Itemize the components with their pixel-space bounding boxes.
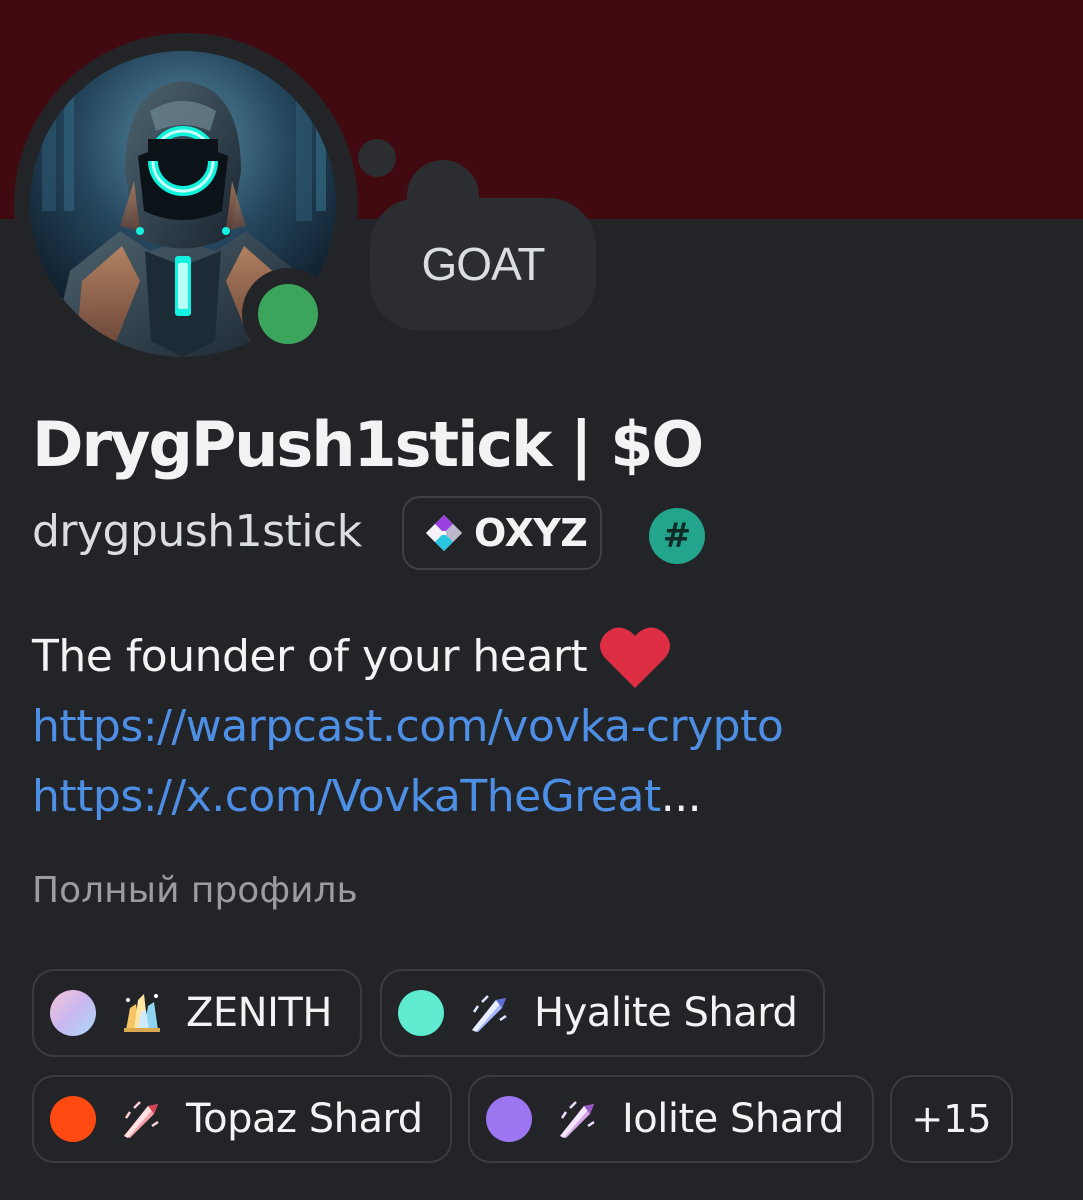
role-pill-iolite-shard[interactable]: Iolite Shard (468, 1075, 874, 1163)
x-link[interactable]: https://x.com/VovkaTheGreat (32, 762, 661, 832)
red-heart-icon (600, 627, 671, 688)
role-color-dot (50, 990, 96, 1036)
online-status-icon (258, 284, 318, 344)
profile-popout: GOAT DrygPush1stick | $O drygpush1stick … (0, 0, 1083, 1200)
username-row: drygpush1stick OXYZ # (32, 496, 1032, 572)
crystal-cluster-icon (124, 994, 160, 1032)
lavender-shard-icon (560, 1101, 595, 1138)
role-pill-topaz-shard[interactable]: Topaz Shard (32, 1075, 452, 1163)
role-label: ZENITH (186, 990, 332, 1036)
role-label: Topaz Shard (186, 1096, 423, 1142)
bio-link-line-1: https://warpcast.com/vovka-crypto (32, 692, 1052, 762)
custom-status-text: GOAT (421, 238, 546, 290)
clan-tag-label: OXYZ (474, 511, 588, 555)
clan-tag[interactable]: OXYZ (402, 496, 602, 570)
thought-bubble-dot-small (358, 139, 396, 177)
custom-status-bubble[interactable]: GOAT (370, 198, 596, 330)
more-roles-button[interactable]: +15 (890, 1075, 1013, 1163)
blue-shard-icon (472, 995, 507, 1032)
role-color-dot (398, 990, 444, 1036)
role-color-dot (50, 1096, 96, 1142)
role-label: Hyalite Shard (534, 990, 798, 1036)
bio-line: The founder of your heart (32, 622, 1052, 692)
bio-ellipsis: ... (660, 771, 702, 822)
username[interactable]: drygpush1stick (32, 506, 362, 557)
bio-text: The founder of your heart (32, 631, 588, 682)
warpcast-link[interactable]: https://warpcast.com/vovka-crypto (32, 692, 784, 762)
role-pill-hyalite-shard[interactable]: Hyalite Shard (380, 969, 825, 1057)
bio: The founder of your heart https://warpca… (32, 622, 1052, 832)
role-pill-zenith[interactable]: ZENITH (32, 969, 362, 1057)
role-label: Iolite Shard (622, 1096, 844, 1142)
diamond-gem-icon (426, 515, 462, 551)
bio-link-line-2: https://x.com/VovkaTheGreat... (32, 762, 1052, 832)
hashtag-badge-icon[interactable]: # (649, 508, 705, 564)
red-shard-icon (124, 1101, 159, 1138)
full-profile-link[interactable]: Полный профиль (32, 870, 358, 911)
display-name: DrygPush1stick | $O (32, 408, 704, 481)
role-color-dot (486, 1096, 532, 1142)
